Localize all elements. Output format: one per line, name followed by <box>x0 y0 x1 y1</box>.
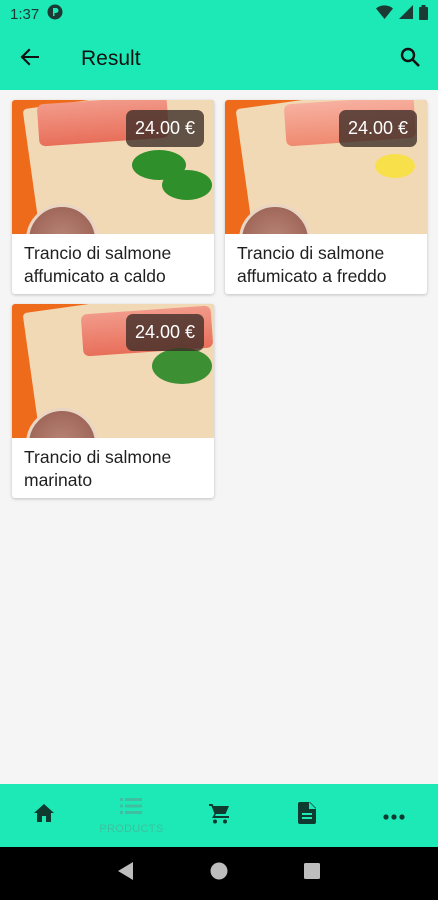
system-recents-button[interactable] <box>300 862 324 886</box>
product-card[interactable]: 24.00 € Trancio di salmone marinato <box>12 304 214 498</box>
circle-home-icon <box>210 862 228 885</box>
product-name: Trancio di salmone marinato <box>24 447 172 490</box>
nav-home[interactable] <box>0 784 88 847</box>
price-badge: 24.00 € <box>125 110 204 147</box>
app-bar: Result <box>0 28 438 90</box>
arrow-back-icon <box>20 48 40 71</box>
product-image: 24.00 € <box>12 304 214 438</box>
cart-icon <box>208 802 230 829</box>
product-image: 24.00 € <box>225 100 427 234</box>
search-icon <box>400 47 420 72</box>
triangle-back-icon <box>118 862 134 885</box>
home-icon <box>33 803 55 828</box>
battery-icon <box>419 4 428 24</box>
nav-more[interactable] <box>350 784 438 847</box>
wifi-icon <box>376 5 393 23</box>
nav-products[interactable]: PRODUCTS <box>88 784 176 847</box>
list-icon <box>120 797 143 820</box>
price-badge: 24.00 € <box>125 314 204 351</box>
search-button[interactable] <box>382 28 438 90</box>
system-home-button[interactable] <box>207 862 231 886</box>
product-name: Trancio di salmone affumicato a freddo <box>237 243 387 286</box>
status-time: 1:37 <box>10 5 40 23</box>
page-title: Result <box>81 47 141 70</box>
app-notification-icon <box>47 4 63 24</box>
square-recents-icon <box>303 863 320 884</box>
status-bar: 1:37 <box>0 0 438 28</box>
signal-icon <box>399 5 413 23</box>
nav-cart[interactable] <box>175 784 263 847</box>
product-card[interactable]: 24.00 € Trancio di salmone affumicato a … <box>225 100 427 294</box>
system-navigation-bar <box>0 847 438 900</box>
bottom-navigation: PRODUCTS <box>0 784 438 847</box>
price-badge: 24.00 € <box>338 110 417 147</box>
nav-products-label: PRODUCTS <box>99 822 164 835</box>
product-image: 24.00 € <box>12 100 214 234</box>
system-back-button[interactable] <box>114 862 138 886</box>
back-button[interactable] <box>0 28 60 90</box>
nav-documents[interactable] <box>263 784 351 847</box>
product-card[interactable]: 24.00 € Trancio di salmone affumicato a … <box>12 100 214 294</box>
product-name: Trancio di salmone affumicato a caldo <box>24 243 172 286</box>
document-icon <box>297 802 316 829</box>
more-icon <box>383 807 405 825</box>
